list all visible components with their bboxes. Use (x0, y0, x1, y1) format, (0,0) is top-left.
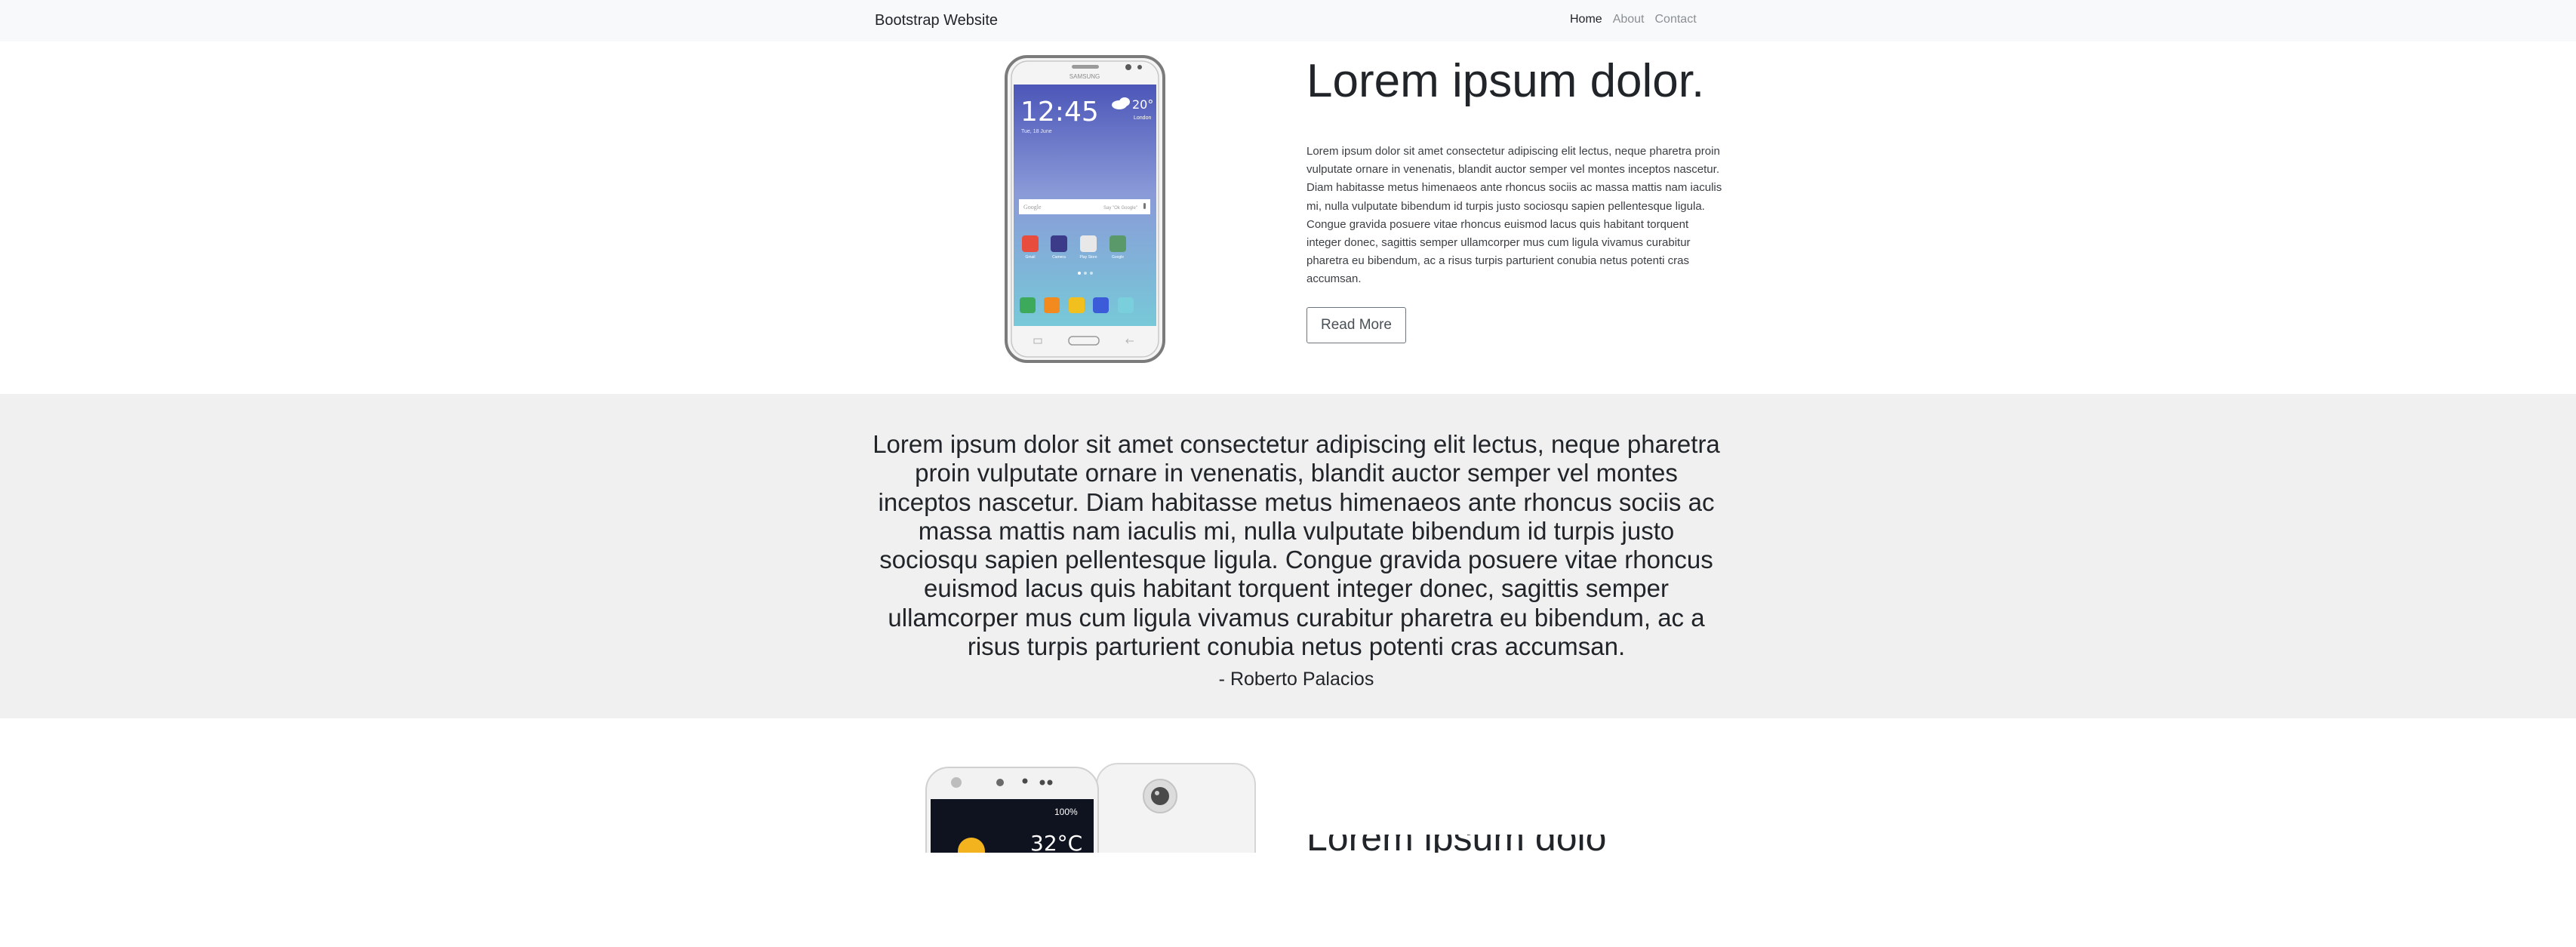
apps-icon (1118, 297, 1134, 313)
app-label-google: Google (1112, 255, 1124, 260)
nav-link-about[interactable]: About (1613, 11, 1645, 29)
phone-maker-label: SAMSUNG (1069, 73, 1100, 80)
nav-link-contact[interactable]: Contact (1655, 11, 1697, 29)
hero-title: Lorem ipsum dolor. (1306, 55, 1705, 107)
page-fold (0, 853, 2576, 947)
gmail-icon (1022, 235, 1039, 252)
phone-icon (1020, 297, 1036, 313)
phone-city: London (1134, 115, 1151, 121)
page-dots (1078, 272, 1093, 275)
google-folder-icon (1109, 235, 1126, 252)
mic-icon (1143, 203, 1146, 209)
messages-icon (1069, 297, 1085, 313)
phone-search-hint: Say "Ok Google" (1103, 206, 1137, 211)
quote-author: - Roberto Palacios (1218, 669, 1374, 690)
brand-link[interactable]: Bootstrap Website (875, 10, 998, 31)
camera-icon (1051, 235, 1067, 252)
phone-clock: 12:45 (1020, 97, 1099, 128)
app-label-play-store: Play Store (1079, 255, 1097, 260)
phone-search-placeholder: Google (1023, 204, 1042, 211)
phone-temperature: 20° (1132, 97, 1153, 112)
phone2-temperature: 32°C (1030, 831, 1082, 853)
app-label-camera: Camera (1052, 255, 1066, 260)
hero-phone-image: SAMSUNG 12:45 Tue, 18 June 20° London Go… (1005, 55, 1165, 363)
quote-text: Lorem ipsum dolor sit amet consectetur a… (873, 430, 1720, 661)
nav-link-home[interactable]: Home (1570, 11, 1602, 29)
navbar: Bootstrap Website Home About Contact (0, 0, 2576, 42)
hero-paragraph: Lorem ipsum dolor sit amet consectetur a… (1306, 145, 1722, 286)
section2-heading-wrapper: Lorem ipsum dolor sit amet. (1306, 835, 1608, 853)
phones-image: 100% 32°C (925, 763, 1256, 853)
app-label-gmail: Gmail (1025, 255, 1035, 260)
phone2-battery: 100% (1054, 807, 1078, 817)
read-more-button[interactable]: Read More (1306, 307, 1406, 343)
phone-date: Tue, 18 June (1021, 129, 1052, 134)
internet-icon (1093, 297, 1109, 313)
play-store-icon (1080, 235, 1097, 252)
contacts-icon (1044, 297, 1060, 313)
nav-links: Home About Contact (1570, 11, 1697, 29)
section2-heading: Lorem ipsum dolor sit amet. (1306, 835, 1608, 853)
